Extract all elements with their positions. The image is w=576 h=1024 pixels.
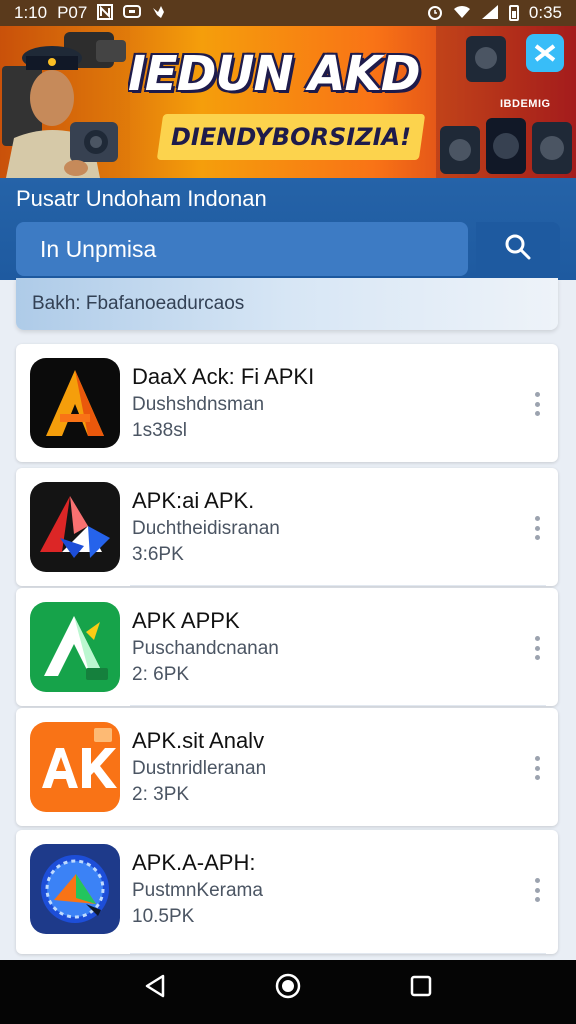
app-developer: Dustnridleranan [132, 758, 267, 779]
battery-text: 0:35 [528, 3, 562, 22]
more-options-icon[interactable] [532, 392, 542, 416]
divider [130, 953, 546, 954]
navigation-bar [0, 960, 576, 1016]
app-size: 3:6PK [132, 544, 184, 565]
search-button[interactable] [476, 222, 560, 276]
list-item[interactable]: DaaX Ack: Fi APKI Dushshdnsman 1s38sl [16, 344, 558, 462]
n-icon [97, 3, 114, 23]
list-item[interactable]: APK.A-APH: PustmnKerama 10.5PK [16, 830, 558, 954]
search-icon [504, 233, 532, 266]
list-item[interactable]: APK.sit Analv Dustnridleranan 2: 3PK [16, 708, 558, 826]
search-input[interactable]: In Unpmisa [16, 222, 468, 276]
battery-icon [508, 5, 519, 21]
app-name: APK.sit Analv [132, 728, 265, 753]
more-options-icon[interactable] [532, 756, 542, 780]
status-bar: 1:10 P07 0:35 [0, 0, 576, 26]
person-with-camera-image [0, 26, 130, 178]
list-item[interactable]: APK:ai APK. Duchtheidisranan 3:6PK [16, 468, 558, 586]
home-icon[interactable] [274, 972, 302, 1005]
red-blue-a-icon [30, 482, 120, 572]
filter-bar[interactable]: Bakh: Fbafanoeadurcaos [16, 278, 558, 330]
promo-banner[interactable]: IEDUN AKD DIENDYBORSIZIA! IBDEMIG [0, 26, 576, 178]
app-size: 2: 6PK [132, 664, 190, 685]
message-icon [123, 4, 142, 23]
app-name: APK:ai APK. [132, 488, 255, 513]
more-options-icon[interactable] [532, 636, 542, 660]
filter-label: Bakh: Fbafanoeadurcaos [32, 293, 245, 314]
back-icon[interactable] [143, 973, 167, 1004]
app-developer: Dushshdnsman [132, 394, 265, 415]
status-label: P07 [57, 3, 88, 22]
app-size: 10.5PK [132, 906, 195, 927]
list-item[interactable]: APK APPK Puschandcnanan 2: 6PK [16, 588, 558, 706]
banner-subtitle-box: DIENDYBORSIZIA! [156, 114, 426, 160]
banner-brand: IBDEMIG [500, 98, 551, 110]
orange-a-icon [30, 358, 120, 448]
banner-subtitle: DIENDYBORSIZIA! [170, 123, 411, 151]
more-options-icon[interactable] [532, 516, 542, 540]
blue-compass-icon [30, 844, 120, 934]
app-name: APK APPK [132, 608, 240, 633]
page-title: Pusatr Undoham Indonan [16, 186, 267, 211]
app-developer: Duchtheidisranan [132, 518, 280, 539]
bottom-strip [0, 1016, 576, 1024]
banner-title: IEDUN AKD [128, 46, 421, 102]
divider [130, 705, 546, 706]
app-developer: PustmnKerama [132, 880, 263, 901]
bird-icon [151, 4, 167, 23]
orange-ak-icon [30, 722, 120, 812]
app-size: 2: 3PK [132, 784, 190, 805]
app-developer: Puschandcnanan [132, 638, 279, 659]
app-name: APK.A-APH: [132, 850, 256, 875]
app-size: 1s38sl [132, 420, 187, 441]
divider [130, 585, 546, 586]
alarm-icon [427, 3, 443, 24]
recents-icon[interactable] [409, 974, 433, 1003]
status-time: 1:10 [14, 3, 48, 22]
search-header: Pusatr Undoham Indonan In Unpmisa [0, 178, 576, 280]
wifi-icon [453, 5, 471, 22]
app-name: DaaX Ack: Fi APKI [132, 364, 315, 389]
signal-icon [481, 4, 499, 23]
green-a-icon [30, 602, 120, 692]
more-options-icon[interactable] [532, 878, 542, 902]
